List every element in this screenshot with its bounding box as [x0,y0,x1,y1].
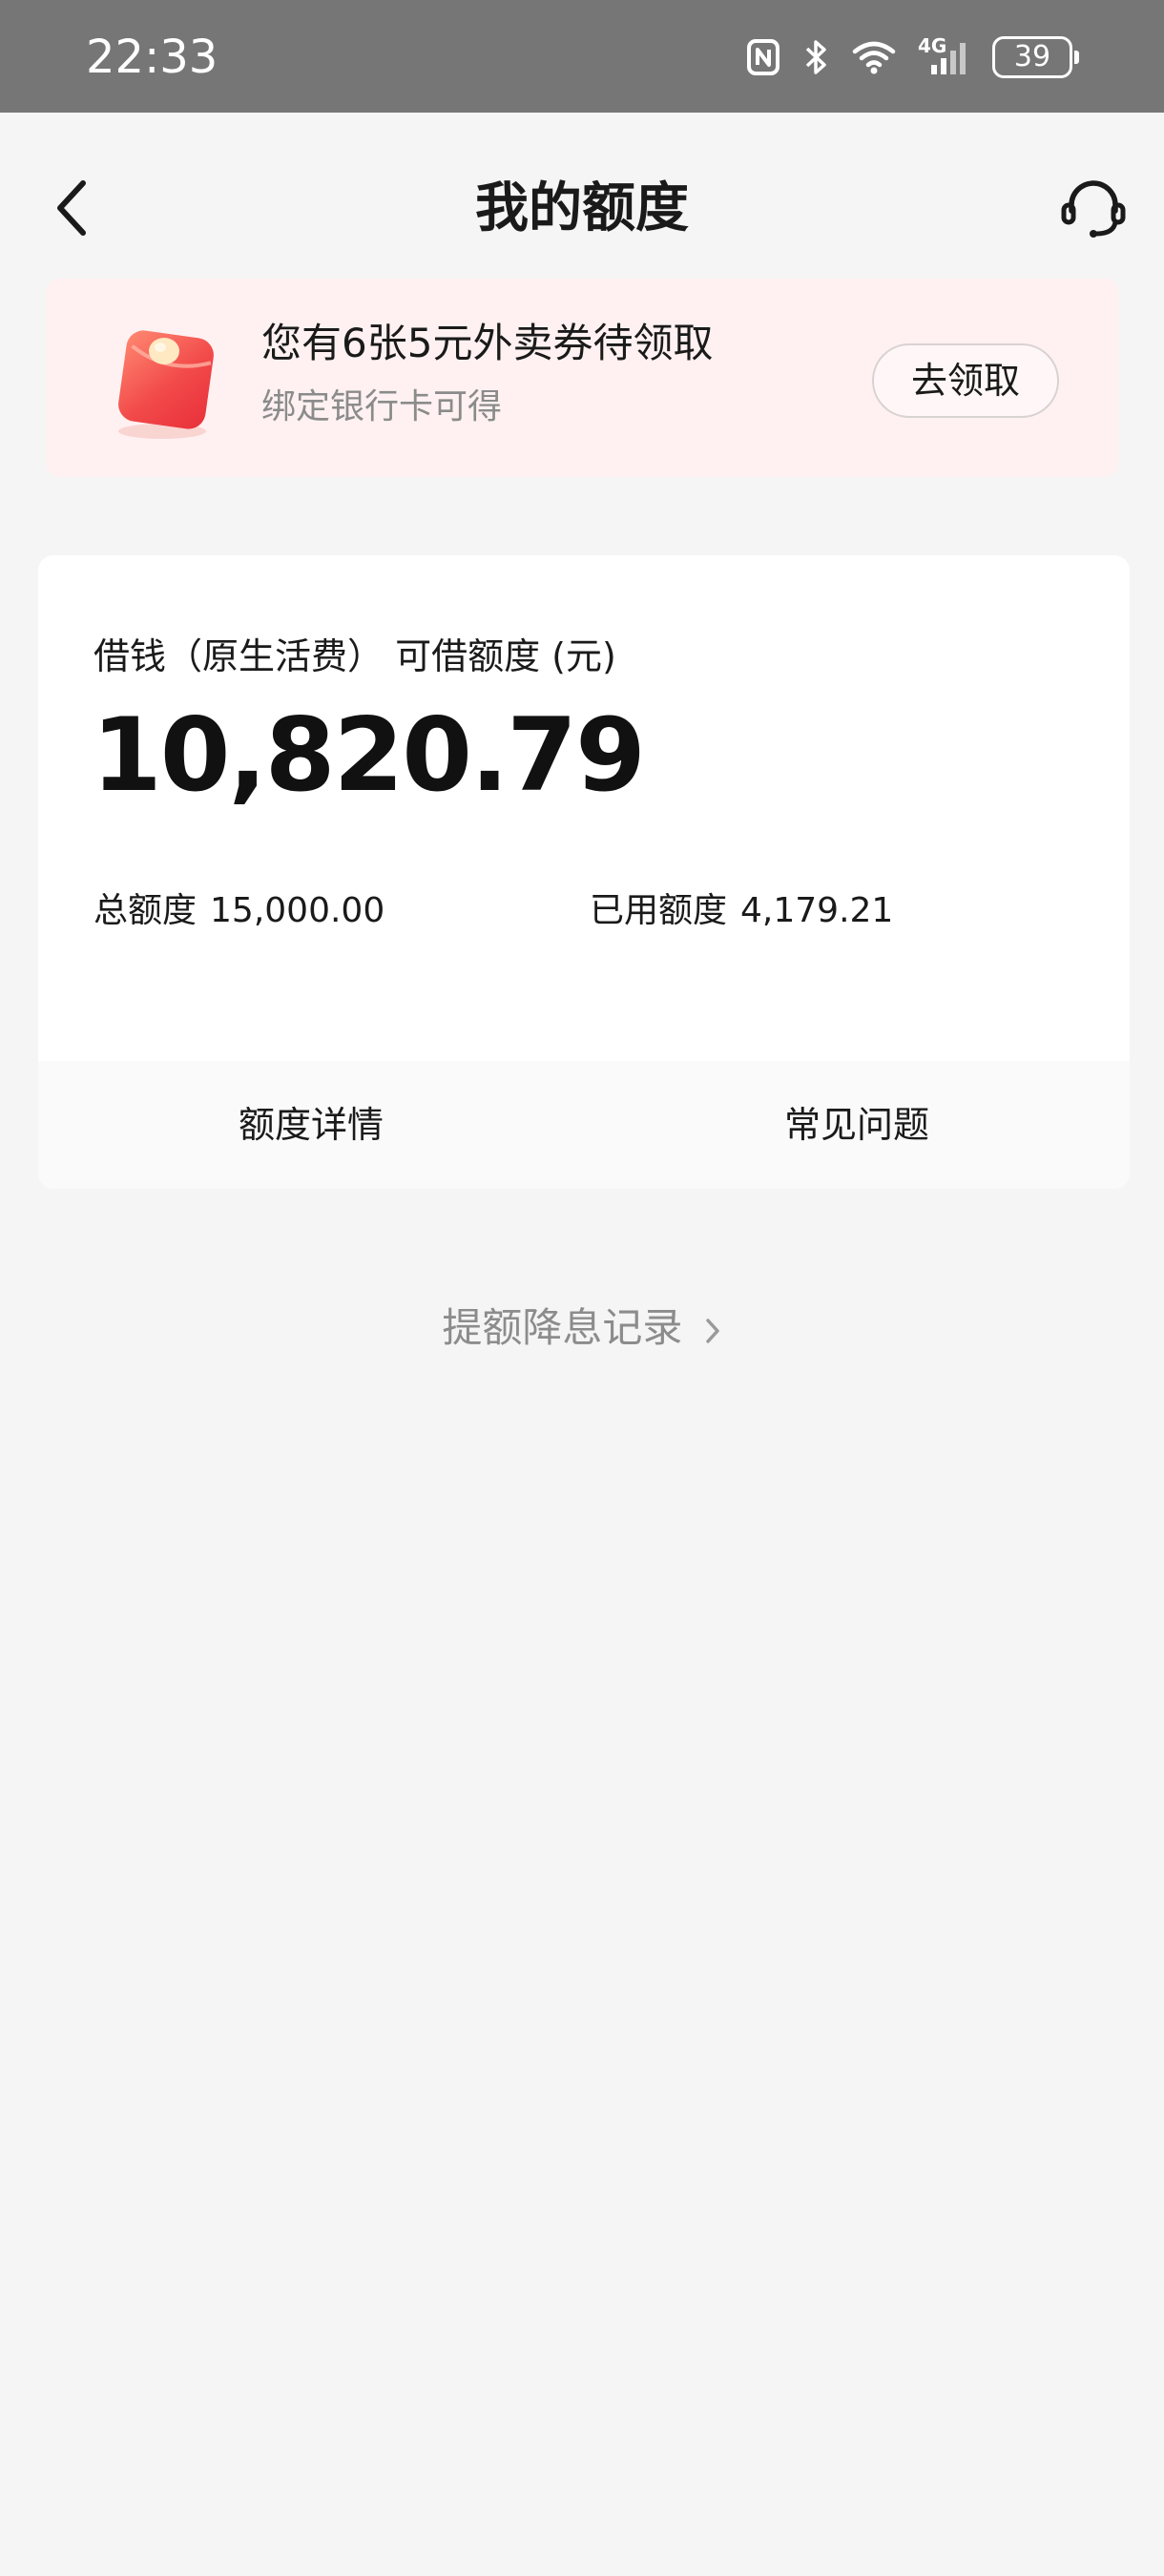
customer-service-button[interactable] [1057,172,1130,244]
signal-4g-icon: 4G [918,36,971,76]
quota-card: 借钱（原生活费） 可借额度 (元) 10,820.79 总额度 15,000.00… [38,555,1130,1189]
history-link-label: 提额降息记录 [442,1304,683,1351]
promo-subtitle: 绑定银行卡可得 [261,387,503,426]
quota-actions: 额度详情 常见问题 [38,1061,1130,1189]
status-time: 22:33 [86,31,218,84]
used-quota: 已用额度 4,179.21 [590,889,893,933]
total-quota: 总额度 15,000.00 [94,889,385,933]
used-quota-value: 4,179.21 [740,891,894,930]
claim-coupon-button[interactable]: 去领取 [872,343,1059,418]
faq-button[interactable]: 常见问题 [584,1061,1130,1189]
chevron-right-icon [705,1318,719,1343]
page-title: 我的额度 [475,177,689,239]
bluetooth-icon [803,38,830,76]
used-quota-label: 已用额度 [590,891,728,930]
battery-level: 39 [1013,40,1051,73]
total-quota-label: 总额度 [94,891,197,930]
promo-title: 您有6张5元外卖券待领取 [261,320,714,366]
nfc-icon [744,38,782,76]
quota-history-link[interactable]: 提额降息记录 [0,1301,1164,1355]
quota-label: 借钱（原生活费） 可借额度 (元) [94,635,616,677]
wifi-icon [851,38,897,76]
quota-detail-button[interactable]: 额度详情 [38,1061,584,1189]
battery-icon: 39 [992,36,1079,78]
status-bar: 22:33 4G 39 [0,0,1164,113]
status-icons: 4G 39 [744,29,1079,86]
nav-bar: 我的额度 [0,113,1164,275]
headset-icon [1061,180,1126,238]
available-amount: 10,820.79 [92,696,646,814]
red-envelope-icon [109,313,223,443]
total-quota-value: 15,000.00 [210,891,385,930]
promo-banner[interactable]: 您有6张5元外卖券待领取 绑定银行卡可得 去领取 [46,279,1118,477]
